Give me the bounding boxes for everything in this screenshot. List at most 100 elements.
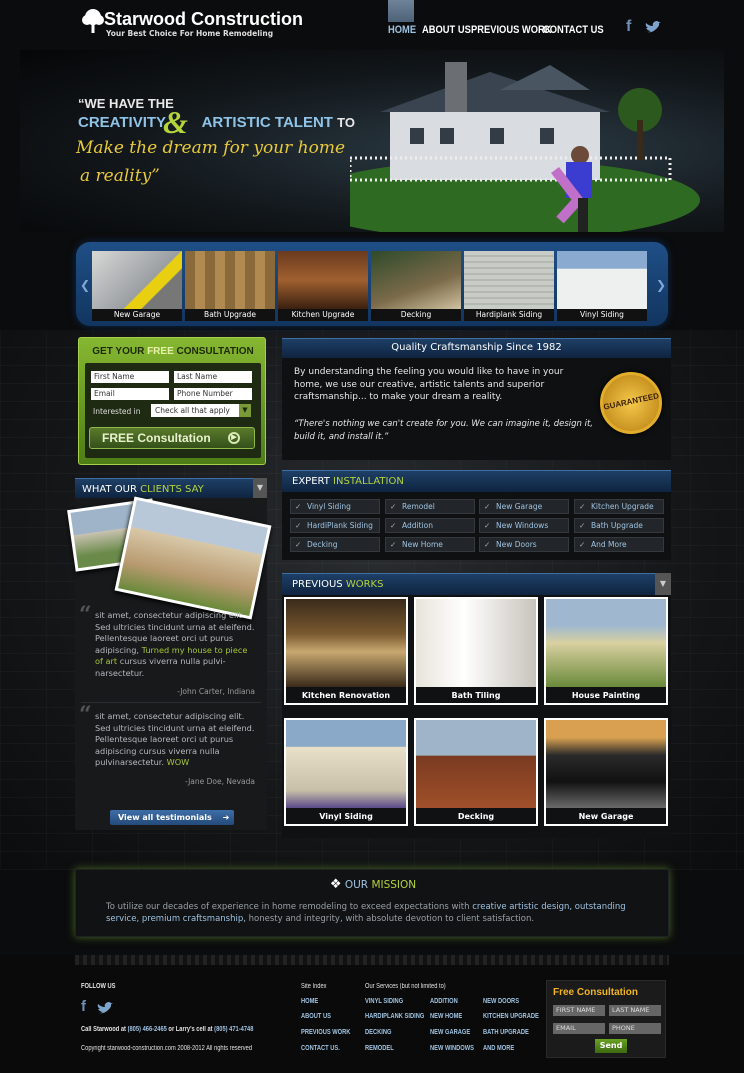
service-link[interactable]: REMODEL [365, 1045, 394, 1052]
carousel-next-icon[interactable]: ❯ [656, 278, 666, 292]
facebook-icon[interactable]: f [81, 998, 86, 1015]
copyright: Copyright starwood-construction.com 2008… [81, 1045, 253, 1052]
previous-works-panel: PREVIOUS WORKS ▼ Kitchen Renovation Bath… [282, 573, 671, 838]
service-chip[interactable]: Bath Upgrade [574, 518, 664, 533]
logo[interactable]: Starwood Construction Your Best Choice F… [82, 8, 312, 40]
title-part: WHAT OUR [82, 484, 137, 495]
service-chip[interactable]: New Garage [479, 499, 569, 514]
service-link[interactable]: BATH UPGRADE [483, 1029, 529, 1036]
service-chip[interactable]: Kitchen Upgrade [574, 499, 664, 514]
active-tab-marker [388, 0, 414, 22]
nav-previous-work[interactable]: PREVIOUS WORK [471, 24, 552, 36]
service-chip[interactable]: Vinyl Siding [290, 499, 380, 514]
chevron-down-icon: ▼ [239, 404, 251, 417]
service-link[interactable]: ADDITION [430, 998, 458, 1005]
free-consultation-button[interactable]: FREE Consultation ▶ [89, 427, 255, 449]
service-link[interactable]: HARDIPLANK SIDING [365, 1013, 424, 1020]
send-button[interactable]: Send [595, 1039, 627, 1053]
collapse-toggle-icon[interactable]: ▼ [253, 478, 267, 498]
service-chip[interactable]: HardiPlank Siding [290, 518, 380, 533]
work-item[interactable]: Vinyl Siding [284, 718, 408, 826]
call-text: or Larry's cell at [168, 1026, 213, 1033]
tree-icon [82, 9, 104, 33]
mission-title: ❖ OUR MISSION [76, 877, 670, 892]
service-link[interactable]: AND MORE [483, 1045, 514, 1052]
phone-link[interactable]: (805) 466-2465 [128, 1026, 167, 1033]
service-chip[interactable]: New Windows [479, 518, 569, 533]
carousel-item[interactable]: New Garage [92, 251, 182, 321]
title-part: PREVIOUS [292, 579, 343, 590]
last-name-field[interactable]: LAST NAME [609, 1005, 661, 1016]
work-item[interactable]: Kitchen Renovation [284, 597, 408, 705]
service-link[interactable]: NEW DOORS [483, 998, 519, 1005]
phone-field[interactable]: Phone Number [174, 388, 252, 400]
footer-link[interactable]: HOME [301, 998, 318, 1005]
carousel-caption: Hardiplank Siding [464, 309, 554, 321]
service-chip[interactable]: Remodel [385, 499, 475, 514]
carousel-item[interactable]: Decking [371, 251, 461, 321]
vinyl-siding-photo [286, 720, 406, 808]
quality-title: Quality Craftsmanship Since 1982 [391, 342, 562, 353]
view-all-testimonials-button[interactable]: View all testimonials ➜ [110, 810, 234, 825]
first-name-field[interactable]: First Name [91, 371, 169, 383]
service-chip[interactable]: And More [574, 537, 664, 552]
email-field[interactable]: EMAIL [553, 1023, 605, 1034]
footer-link[interactable]: CONTACT US. [301, 1045, 340, 1052]
hero-quote-line1: “WE HAVE THE [78, 96, 174, 111]
hero-creativity: CREATIVITY [78, 114, 166, 131]
house-painting-photo [546, 599, 666, 687]
work-item[interactable]: Bath Tiling [414, 597, 538, 705]
service-link[interactable]: DECKING [365, 1029, 391, 1036]
title-part: EXPERT [292, 476, 330, 487]
first-name-field[interactable]: FIRST NAME [553, 1005, 605, 1016]
mission-icon: ❖ [329, 877, 342, 892]
service-link[interactable]: VINYL SIDING [365, 998, 403, 1005]
carousel-item[interactable]: Hardiplank Siding [464, 251, 554, 321]
service-chip[interactable]: New Doors [479, 537, 569, 552]
kitchen-photo [286, 599, 406, 687]
last-name-field[interactable]: Last Name [174, 371, 252, 383]
carousel-item[interactable]: Kitchen Upgrade [278, 251, 368, 321]
work-item[interactable]: Decking [414, 718, 538, 826]
interest-label: Interested in [93, 407, 141, 416]
consultation-title: GET YOUR FREE CONSULTATION [79, 346, 267, 357]
testimonial-author: -John Carter, Indiana [177, 687, 255, 696]
nav-contact-us[interactable]: CONTACT US [543, 24, 604, 36]
guarantee-seal: GUARANTEED [600, 372, 662, 434]
service-link[interactable]: NEW WINDOWS [430, 1045, 474, 1052]
footer-link[interactable]: PREVIOUS WORK [301, 1029, 350, 1036]
phone-field[interactable]: PHONE [609, 1023, 661, 1034]
quote-mark-icon: “ [79, 702, 92, 728]
carousel-prev-icon[interactable]: ❮ [80, 278, 90, 292]
twitter-icon[interactable] [96, 1002, 114, 1016]
service-link[interactable]: KITCHEN UPGRADE [483, 1013, 539, 1020]
service-chip[interactable]: Decking [290, 537, 380, 552]
service-chip[interactable]: New Home [385, 537, 475, 552]
carousel-item[interactable]: Vinyl Siding [557, 251, 647, 321]
service-chip[interactable]: Addition [385, 518, 475, 533]
brand-name: Starwood Construction [104, 9, 303, 29]
hero-quote-line2: CREATIVITY ARTISTIC TALENT TO [78, 114, 355, 131]
footer-link[interactable]: ABOUT US [301, 1013, 331, 1020]
services-title: Our Services (but not limited to) [365, 983, 446, 990]
service-carousel: ❮ ❯ New Garage Bath Upgrade Kitchen Upgr… [76, 242, 668, 326]
nav-about-us[interactable]: ABOUT US [422, 24, 471, 36]
work-item[interactable]: House Painting [544, 597, 668, 705]
work-item[interactable]: New Garage [544, 718, 668, 826]
facebook-icon[interactable]: f [626, 18, 631, 36]
work-caption: Kitchen Renovation [286, 687, 406, 703]
service-link[interactable]: NEW HOME [430, 1013, 462, 1020]
testimonials-panel: WHAT OUR CLIENTS SAY ▼ “ sit amet, conse… [67, 478, 272, 830]
interest-select[interactable]: Check all that apply ▼ [151, 404, 251, 417]
title-highlight: FREE [147, 346, 174, 357]
carousel-item[interactable]: Bath Upgrade [185, 251, 275, 321]
nav-home[interactable]: HOME [388, 24, 416, 36]
email-field[interactable]: Email [91, 388, 169, 400]
testimonial-text: sit amet, consectetur adipiscing elit. S… [95, 610, 255, 679]
service-link[interactable]: NEW GARAGE [430, 1029, 470, 1036]
twitter-icon[interactable] [644, 21, 662, 35]
consultation-form: GET YOUR FREE CONSULTATION First Name La… [78, 337, 266, 465]
collapse-toggle-icon[interactable]: ▼ [655, 573, 671, 595]
mission-body: honesty and integrity, with absolute dev… [248, 913, 535, 924]
phone-link[interactable]: (805) 471-4748 [214, 1026, 253, 1033]
